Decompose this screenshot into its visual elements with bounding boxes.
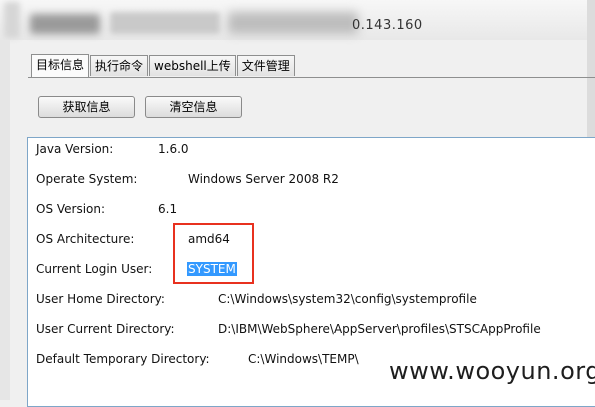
left-edge xyxy=(0,40,10,400)
tab-target-info[interactable]: 目标信息 xyxy=(31,54,90,77)
operate-system-label: Operate System: xyxy=(36,172,138,186)
home-directory-value: C:\Windows\system32\config\systemprofile xyxy=(218,292,477,306)
login-user-label: Current Login User: xyxy=(36,262,153,276)
target-address[interactable]: 0.143.160 xyxy=(352,18,423,33)
temp-directory-value: C:\Windows\TEMP\ xyxy=(248,352,359,366)
current-directory-label: User Current Directory: xyxy=(36,322,175,336)
blurred-region xyxy=(228,12,358,34)
blurred-region xyxy=(4,2,20,38)
watermark: www.wooyun.org xyxy=(389,357,595,385)
window-titlebar: 0.143.160 xyxy=(0,0,595,40)
tab-bar: 目标信息 执行命令 webshell上传 文件管理 xyxy=(31,54,296,77)
tab-webshell-upload[interactable]: webshell上传 xyxy=(149,55,236,76)
tab-panel-divider xyxy=(28,77,595,78)
os-version-label: OS Version: xyxy=(36,202,106,216)
home-directory-label: User Home Directory: xyxy=(36,292,165,306)
current-directory-value: D:\IBM\WebSphere\AppServer\profiles\STSC… xyxy=(218,322,541,336)
blurred-region xyxy=(110,12,220,34)
clear-info-button[interactable]: 清空信息 xyxy=(145,96,242,118)
tab-file-manager[interactable]: 文件管理 xyxy=(236,55,295,76)
java-version-value: 1.6.0 xyxy=(158,142,189,156)
highlight-box xyxy=(173,223,254,284)
tab-execute-command[interactable]: 执行命令 xyxy=(90,55,149,76)
operate-system-value: Windows Server 2008 R2 xyxy=(188,172,339,186)
temp-directory-label: Default Temporary Directory: xyxy=(36,352,210,366)
os-architecture-label: OS Architecture: xyxy=(36,232,135,246)
os-version-value: 6.1 xyxy=(158,202,178,216)
java-version-label: Java Version: xyxy=(36,142,114,156)
blurred-region xyxy=(30,14,100,34)
fetch-info-button[interactable]: 获取信息 xyxy=(38,96,135,118)
